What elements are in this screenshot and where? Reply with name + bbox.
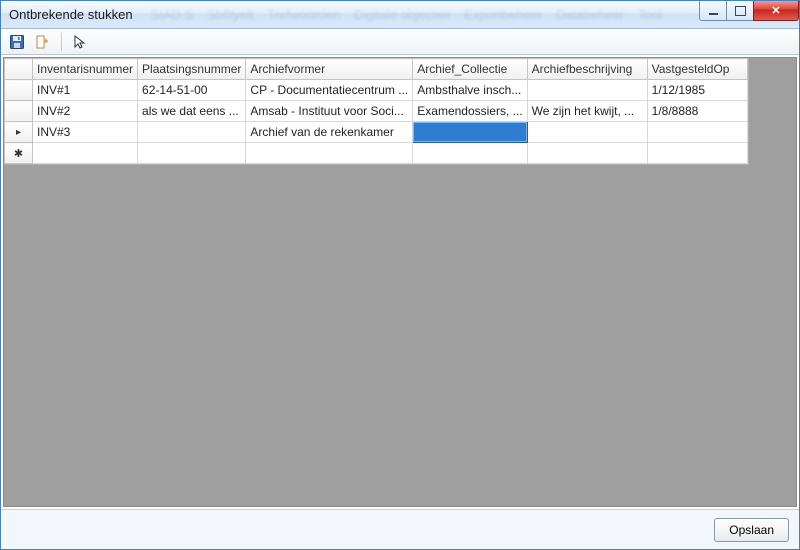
cell-inv[interactable] [33, 143, 138, 164]
maximize-button[interactable] [726, 1, 754, 21]
cell-av[interactable] [246, 143, 413, 164]
cell-vo[interactable]: 1/8/8888 [647, 101, 747, 122]
cell-inv[interactable]: INV#3 [33, 122, 138, 143]
cell-ab[interactable] [527, 143, 647, 164]
background-menu: SIAD S Sbfltyelt Trefwoorden Digitale ob… [151, 7, 662, 22]
cell-vo[interactable] [647, 122, 747, 143]
window-controls [700, 1, 799, 21]
row-header[interactable]: ✱ [5, 143, 33, 164]
save-icon[interactable] [7, 32, 27, 52]
toolbar [1, 29, 799, 55]
toolbar-separator [61, 33, 62, 51]
table-row[interactable]: ▸INV#3 Archief van de rekenkamer [5, 122, 748, 143]
cell-pl[interactable] [138, 122, 246, 143]
content-area: Inventarisnummer Plaatsingsnummer Archie… [3, 57, 797, 507]
save-button[interactable]: Opslaan [714, 518, 789, 542]
table-row[interactable]: INV#2als we dat eens ...Amsab - Instituu… [5, 101, 748, 122]
cell-ac[interactable]: Ambsthalve insch... [413, 80, 527, 101]
cell-inv[interactable]: INV#1 [33, 80, 138, 101]
cell-vo[interactable]: 1/12/1985 [647, 80, 747, 101]
grid-corner[interactable] [5, 59, 33, 80]
cell-ab[interactable]: We zijn het kwijt, ... [527, 101, 647, 122]
column-header-vastgesteldop[interactable]: VastgesteldOp [647, 59, 747, 80]
row-header[interactable] [5, 80, 33, 101]
column-header-inventarisnummer[interactable]: Inventarisnummer [33, 59, 138, 80]
cell-pl[interactable]: als we dat eens ... [138, 101, 246, 122]
cell-vo[interactable] [647, 143, 747, 164]
close-button[interactable] [753, 1, 799, 21]
cell-ac[interactable]: Examendossiers, ... [413, 101, 527, 122]
cell-pl[interactable] [138, 143, 246, 164]
table-row[interactable]: ✱ [5, 143, 748, 164]
cell-ab[interactable] [527, 80, 647, 101]
app-window: Ontbrekende stukken SIAD S Sbfltyelt Tre… [0, 0, 800, 550]
cell-inv[interactable]: INV#2 [33, 101, 138, 122]
cell-av[interactable]: Archief van de rekenkamer [246, 122, 413, 143]
cell-av[interactable]: CP - Documentatiecentrum ... [246, 80, 413, 101]
pointer-icon[interactable] [70, 32, 90, 52]
column-header-plaatsingsnummer[interactable]: Plaatsingsnummer [138, 59, 246, 80]
cell-av[interactable]: Amsab - Instituut voor Soci... [246, 101, 413, 122]
data-grid[interactable]: Inventarisnummer Plaatsingsnummer Archie… [4, 58, 749, 165]
minimize-button[interactable] [699, 1, 727, 21]
cell-ac[interactable] [413, 143, 527, 164]
window-title: Ontbrekende stukken [9, 7, 133, 22]
row-header[interactable]: ▸ [5, 122, 33, 143]
row-header[interactable] [5, 101, 33, 122]
column-header-archief-collectie[interactable]: Archief_Collectie [413, 59, 527, 80]
export-icon[interactable] [33, 32, 53, 52]
column-header-archiefvormer[interactable]: Archiefvormer [246, 59, 413, 80]
titlebar[interactable]: Ontbrekende stukken SIAD S Sbfltyelt Tre… [1, 1, 799, 29]
column-header-archiefbeschrijving[interactable]: Archiefbeschrijving [527, 59, 647, 80]
footer: Opslaan [1, 509, 799, 549]
cell-pl[interactable]: 62-14-51-00 [138, 80, 246, 101]
cell-ac[interactable] [413, 122, 527, 143]
table-row[interactable]: INV#162-14-51-00CP - Documentatiecentrum… [5, 80, 748, 101]
cell-ab[interactable] [527, 122, 647, 143]
